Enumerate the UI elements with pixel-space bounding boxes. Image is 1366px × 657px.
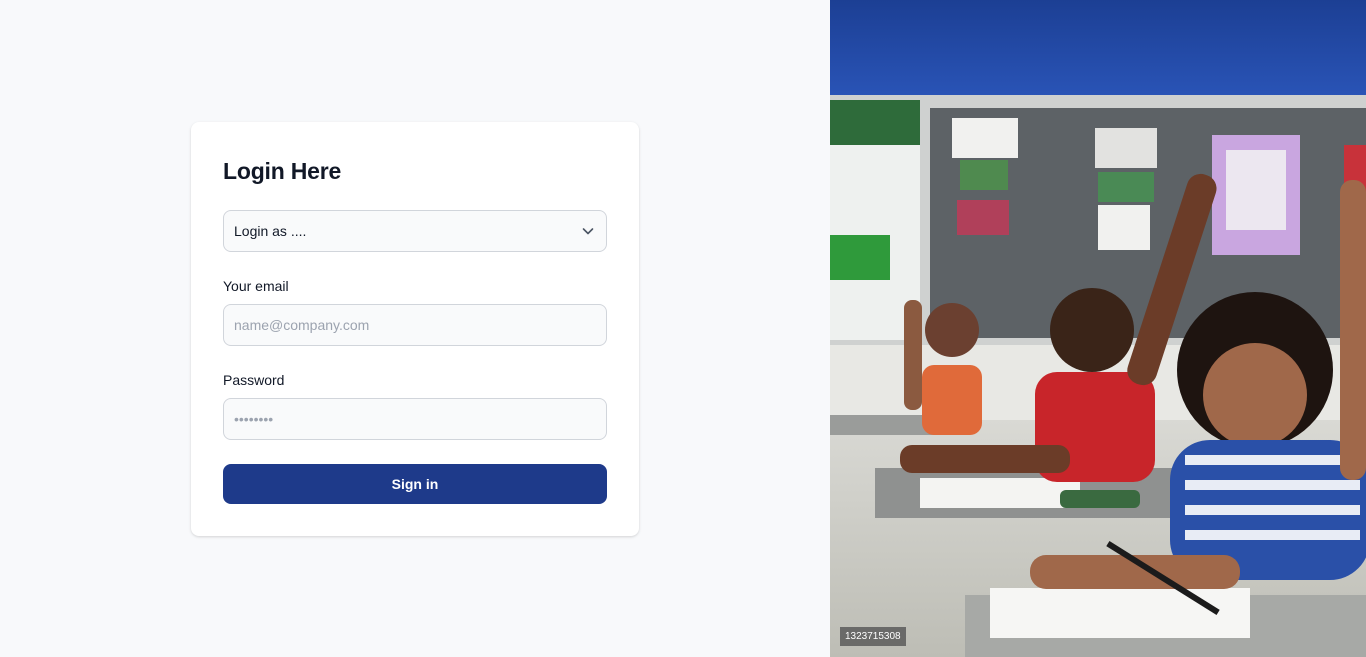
chevron-down-icon xyxy=(580,223,596,239)
hero-image: 1323715308 xyxy=(830,0,1366,657)
email-field[interactable] xyxy=(223,304,607,346)
login-role-select[interactable]: Login as .... xyxy=(223,210,607,252)
classroom-photo xyxy=(830,0,1366,657)
sign-in-button[interactable]: Sign in xyxy=(223,464,607,504)
login-role-select-value: Login as .... xyxy=(234,223,307,239)
login-card: Login Here Login as .... Your email Pass… xyxy=(191,122,639,536)
page-title: Login Here xyxy=(223,158,342,184)
password-label: Password xyxy=(223,372,285,388)
image-id-label: 1323715308 xyxy=(840,627,906,646)
email-label: Your email xyxy=(223,278,289,294)
login-pane: Login Here Login as .... Your email Pass… xyxy=(0,0,830,657)
password-field[interactable] xyxy=(223,398,607,440)
